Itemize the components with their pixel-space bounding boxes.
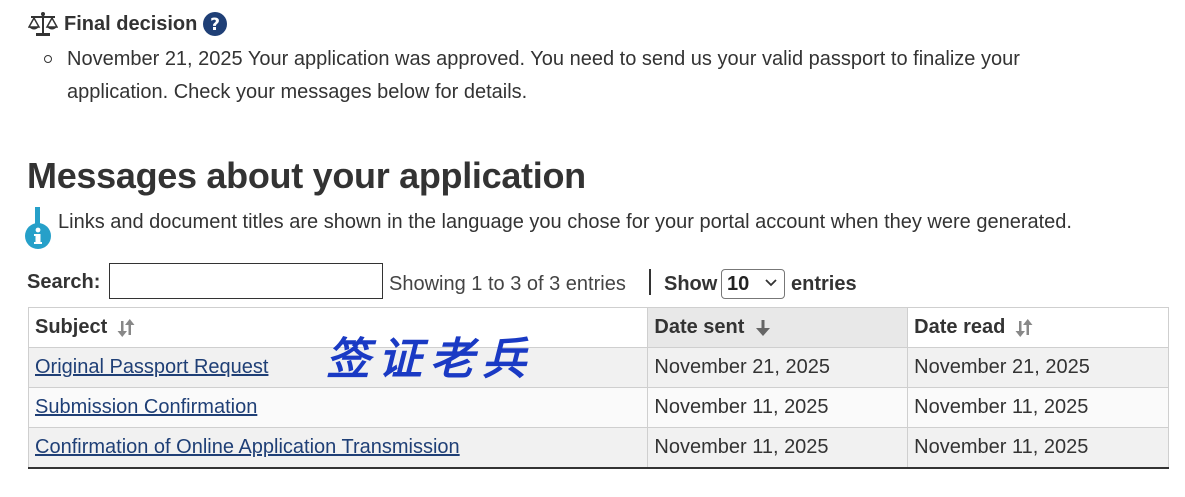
- column-header-label: Subject: [35, 316, 108, 338]
- subject-cell: Submission Confirmation: [27, 387, 649, 428]
- info-note: Links and document titles are shown in t…: [25, 207, 1165, 251]
- sort-icon: [1015, 318, 1033, 337]
- message-link[interactable]: Original Passport Request: [35, 356, 268, 378]
- column-header-label: Date read: [914, 316, 1006, 338]
- message-link[interactable]: Submission Confirmation: [35, 396, 257, 418]
- decision-item-text: November 21, 2025 Your application was a…: [67, 48, 1020, 103]
- message-link[interactable]: Confirmation of Online Application Trans…: [35, 436, 460, 458]
- divider: [649, 269, 651, 295]
- decision-item: November 21, 2025 Your application was a…: [44, 43, 1124, 109]
- messages-table: Subject Date sent Date read Original Pas…: [27, 307, 1169, 469]
- showing-entries-text: Showing 1 to 3 of 3 entries: [389, 273, 626, 295]
- question-circle-icon[interactable]: ?: [203, 12, 228, 36]
- page-size-value: 10: [727, 273, 750, 295]
- watermark: 签证老兵: [326, 334, 534, 385]
- date-read-cell: November 11, 2025: [907, 387, 1169, 428]
- date-sent-cell: November 11, 2025: [647, 427, 909, 469]
- table-controls: Search: Showing 1 to 3 of 3 entries Show…: [27, 263, 1167, 303]
- sort-icon: [117, 318, 135, 337]
- info-icon: [25, 223, 51, 249]
- subject-cell: Confirmation of Online Application Trans…: [27, 427, 649, 469]
- search-input[interactable]: [109, 263, 383, 299]
- date-sent-cell: November 21, 2025: [647, 347, 909, 388]
- messages-heading: Messages about your application: [27, 155, 586, 196]
- balance-scale-icon: [28, 12, 58, 36]
- page-size-select[interactable]: 10: [721, 269, 785, 299]
- table-row: Submission Confirmation November 11, 202…: [27, 387, 1169, 428]
- final-decision-header: Final decision ?: [28, 10, 228, 38]
- chevron-down-icon: [765, 279, 777, 287]
- date-read-cell: November 11, 2025: [907, 427, 1169, 469]
- decision-list: November 21, 2025 Your application was a…: [44, 43, 1124, 109]
- search-label: Search:: [27, 271, 101, 293]
- table-header-row: Subject Date sent Date read: [27, 307, 1169, 348]
- sort-descending-icon: [755, 319, 770, 336]
- column-header-date-sent[interactable]: Date sent: [647, 307, 909, 348]
- svg-text:?: ?: [210, 15, 220, 35]
- final-decision-title: Final decision: [64, 12, 198, 35]
- column-header-label: Date sent: [654, 316, 745, 338]
- column-header-date-read[interactable]: Date read: [907, 307, 1169, 348]
- table-row: Confirmation of Online Application Trans…: [27, 427, 1169, 469]
- date-sent-cell: November 11, 2025: [647, 387, 909, 428]
- entries-label: entries: [791, 273, 857, 295]
- table-row: Original Passport Request November 21, 2…: [27, 347, 1169, 388]
- bullet-icon: [44, 55, 52, 63]
- show-label: Show: [664, 273, 718, 295]
- info-note-text: Links and document titles are shown in t…: [58, 211, 1072, 233]
- date-read-cell: November 21, 2025: [907, 347, 1169, 388]
